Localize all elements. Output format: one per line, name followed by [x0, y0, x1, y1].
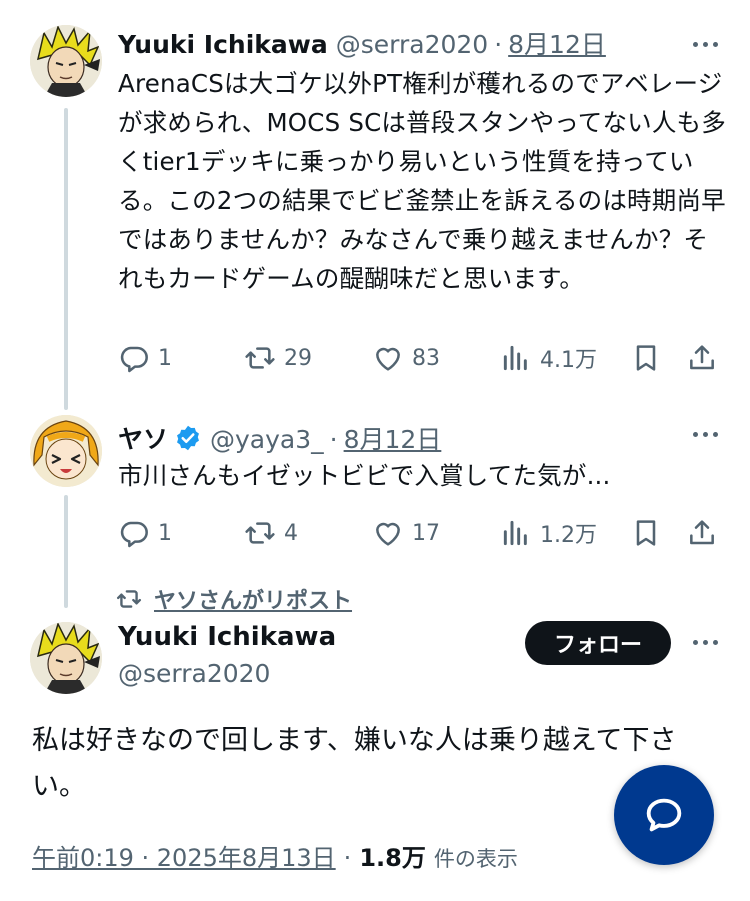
views-count: 1.2万: [540, 523, 597, 548]
reply-button[interactable]: 1: [118, 513, 172, 553]
tweet-text: ArenaCSは大ゴケ以外PT権利が穫れるのでアベレージが求められ、MOCS S…: [118, 69, 726, 293]
bookmark-icon: [636, 345, 656, 371]
analytics-icon: [503, 520, 527, 546]
separator-dot: ·: [494, 30, 503, 59]
new-message-icon: [646, 798, 682, 832]
more-icon[interactable]: [688, 27, 722, 61]
bookmark-button[interactable]: [630, 513, 662, 553]
tweet-date[interactable]: 8月12日: [508, 30, 606, 60]
reply-icon: [120, 521, 148, 548]
views-count: 1.8万: [359, 844, 426, 872]
follow-button[interactable]: フォロー: [525, 621, 671, 665]
tweet-actions: 1 4 17 1.2万: [118, 513, 722, 553]
tweet-header: ヤソ @yaya3_ · 8月12日: [118, 420, 441, 455]
repost-count: 4: [284, 520, 298, 546]
tweet-actions: 1 29 83 4.1万: [118, 338, 722, 378]
reply-icon: [120, 346, 148, 373]
tweet-date[interactable]: 8月12日: [344, 425, 442, 455]
like-button[interactable]: 83: [372, 338, 440, 378]
separator-dot: ·: [329, 425, 338, 454]
tweet-meta: 午前0:19 · 2025年8月13日 · 1.8万 件の表示: [32, 838, 518, 873]
user-handle[interactable]: @serra2020: [118, 659, 270, 688]
reply-count: 1: [158, 520, 172, 546]
repost-button[interactable]: 4: [244, 513, 298, 553]
new-message-button[interactable]: [614, 765, 714, 865]
heart-icon: [376, 347, 400, 371]
reply-count: 1: [158, 345, 172, 371]
thread-connector: [64, 108, 68, 410]
tweet-header: Yuuki Ichikawa @serra2020 · 8月12日: [118, 30, 606, 60]
repost-count: 29: [284, 345, 312, 371]
share-button[interactable]: [686, 513, 718, 553]
tweet-timestamp[interactable]: 午前0:19 · 2025年8月13日: [32, 838, 336, 873]
verified-badge-icon: [177, 425, 199, 451]
like-button[interactable]: 17: [372, 513, 440, 553]
repost-icon: [245, 347, 275, 369]
repost-icon: [245, 522, 275, 544]
views-count: 4.1万: [540, 348, 597, 373]
thread-connector: [64, 495, 68, 608]
avatar[interactable]: [30, 415, 102, 487]
display-name[interactable]: ヤソ: [118, 425, 168, 455]
views-label: 件の表示: [433, 847, 518, 871]
bookmark-button[interactable]: [630, 338, 662, 378]
reply-button[interactable]: 1: [118, 338, 172, 378]
tweet-text: 市川さんもイゼットビビで入賞してた気が...: [118, 461, 611, 490]
share-icon: [690, 520, 714, 545]
more-icon[interactable]: [688, 417, 722, 451]
repost-indicator[interactable]: ヤソさんがリポスト: [116, 583, 352, 615]
bookmark-icon: [636, 520, 656, 546]
display-name[interactable]: Yuuki Ichikawa: [118, 622, 336, 652]
heart-icon: [376, 522, 400, 546]
like-count: 83: [412, 345, 440, 371]
user-handle[interactable]: @serra2020: [336, 30, 488, 60]
views-button[interactable]: 1.2万: [500, 513, 597, 553]
separator-dot: ·: [343, 844, 352, 872]
user-handle[interactable]: @yaya3_: [210, 425, 324, 455]
avatar[interactable]: [30, 25, 102, 97]
display-name[interactable]: Yuuki Ichikawa: [118, 30, 328, 60]
share-button[interactable]: [686, 338, 718, 378]
repost-label: ヤソさんがリポスト: [154, 589, 353, 614]
like-count: 17: [412, 520, 440, 546]
more-icon[interactable]: [688, 625, 722, 659]
views-button[interactable]: 4.1万: [500, 338, 597, 378]
analytics-icon: [503, 345, 527, 371]
repost-button[interactable]: 29: [244, 338, 312, 378]
repost-icon: [116, 590, 142, 608]
share-icon: [690, 345, 714, 370]
avatar[interactable]: [30, 622, 102, 694]
